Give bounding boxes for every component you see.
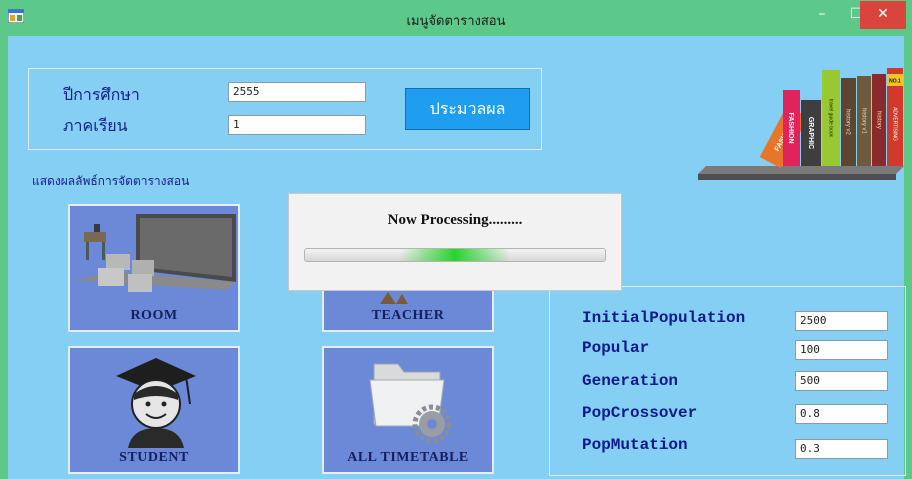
- param-label-initialpopulation: InitialPopulation: [582, 309, 746, 327]
- year-input[interactable]: 2555: [228, 82, 366, 102]
- popcrossover-input[interactable]: 0.8: [795, 404, 888, 424]
- generation-input[interactable]: 500: [795, 371, 888, 391]
- book-title: travel guide book: [828, 99, 834, 138]
- semester-input[interactable]: 1: [228, 115, 366, 135]
- book-title: FASHION: [787, 112, 794, 143]
- book-title: NO.1: [889, 78, 901, 84]
- process-button[interactable]: ประมวลผล: [405, 88, 530, 130]
- processing-text: Now Processing.........: [387, 212, 523, 228]
- semester-label: ภาคเรียน: [63, 116, 128, 135]
- book-title: history: [875, 111, 881, 129]
- processing-progress-bar: [304, 248, 606, 262]
- teacher-label: TEACHER: [371, 308, 445, 323]
- progress-marquee: [400, 249, 510, 261]
- param-label-generation: Generation: [582, 372, 679, 390]
- book-title: history v1: [860, 108, 866, 134]
- result-section-label: แสดงผลลัพธ์การจัดตารางสอน: [32, 174, 190, 188]
- param-label-popmutation: PopMutation: [582, 436, 688, 454]
- all-timetable-label: ALL TIMETABLE: [347, 450, 469, 465]
- book-title: history v2: [844, 109, 850, 135]
- classroom-icon: [76, 214, 236, 292]
- student-label: STUDENT: [119, 450, 189, 465]
- room-button[interactable]: ROOM: [68, 204, 240, 332]
- title-bar[interactable]: เมนูจัดตารางสอน – ☐ ✕: [0, 0, 912, 36]
- book-title: GRAPHIC: [807, 117, 814, 149]
- param-label-popular: Popular: [582, 339, 650, 357]
- all-timetable-button[interactable]: ALL TIMETABLE: [322, 346, 494, 474]
- initialpopulation-input[interactable]: 2500: [795, 311, 888, 331]
- graduate-icon: [116, 358, 196, 448]
- room-label: ROOM: [130, 308, 178, 323]
- popular-input[interactable]: 100: [795, 340, 888, 360]
- processing-dialog: Now Processing.........: [288, 193, 622, 291]
- close-button[interactable]: ✕: [860, 1, 906, 29]
- books-shelf-icon: FASHION FASHION GRAPHIC travel guide boo…: [698, 68, 904, 180]
- popmutation-input[interactable]: 0.3: [795, 439, 888, 459]
- folder-gear-icon: [369, 363, 452, 444]
- student-button[interactable]: STUDENT: [68, 346, 240, 474]
- book-title: ADVERTISING: [892, 107, 898, 141]
- year-label: ปีการศึกษา: [63, 85, 140, 104]
- window-title: เมนูจัดตารางสอน: [406, 14, 506, 29]
- param-label-popcrossover: PopCrossover: [582, 404, 698, 422]
